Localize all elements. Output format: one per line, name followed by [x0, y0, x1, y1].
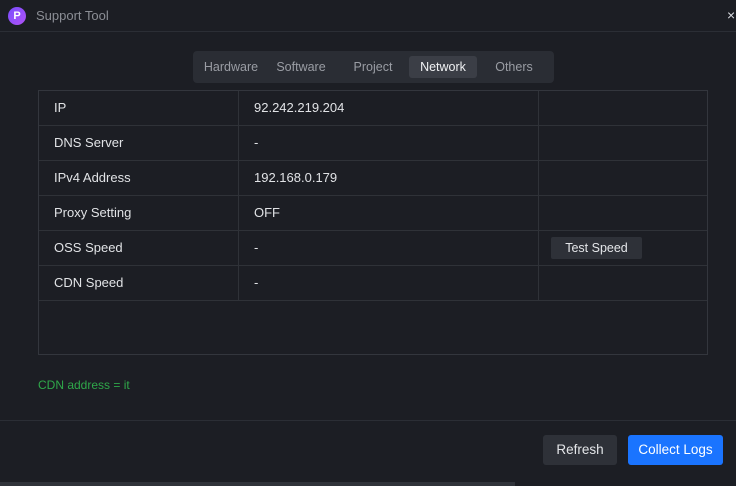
title-bar: P Support Tool ×: [0, 0, 736, 32]
row-value: 192.168.0.179: [254, 170, 338, 185]
table-row-ipv4-address: IPv4 Address 192.168.0.179: [39, 161, 707, 196]
test-speed-button[interactable]: Test Speed: [551, 237, 642, 259]
table-row-proxy-setting: Proxy Setting OFF: [39, 196, 707, 231]
row-value: 92.242.219.204: [254, 100, 345, 115]
tab-software[interactable]: Software: [269, 56, 333, 78]
window-bottom-strip: [0, 482, 515, 486]
tab-bar: Hardware Software Project Network Others: [193, 51, 554, 83]
network-info-table: IP 92.242.219.204 DNS Server - IPv4 Addr…: [38, 90, 708, 355]
tab-network[interactable]: Network: [409, 56, 477, 78]
close-icon[interactable]: ×: [727, 6, 736, 24]
row-label: IPv4 Address: [54, 170, 131, 185]
tab-project[interactable]: Project: [341, 56, 405, 78]
table-row-dns-server: DNS Server -: [39, 126, 707, 161]
row-value: OFF: [254, 205, 280, 220]
app-logo-letter: P: [13, 10, 21, 22]
row-label: Proxy Setting: [54, 205, 132, 220]
row-label: CDN Speed: [54, 275, 124, 290]
row-value: -: [254, 240, 259, 255]
tab-hardware[interactable]: Hardware: [199, 56, 263, 78]
row-label: OSS Speed: [54, 240, 123, 255]
row-value: -: [254, 275, 259, 290]
window-title: Support Tool: [36, 8, 109, 23]
row-label: DNS Server: [54, 135, 124, 150]
table-row-ip: IP 92.242.219.204: [39, 91, 707, 126]
collect-logs-button[interactable]: Collect Logs: [628, 435, 723, 465]
row-label: IP: [54, 100, 67, 115]
app-logo-icon: P: [8, 7, 26, 25]
table-row-cdn-speed: CDN Speed -: [39, 266, 707, 301]
refresh-button[interactable]: Refresh: [543, 435, 617, 465]
row-value: -: [254, 135, 259, 150]
tab-others[interactable]: Others: [482, 56, 546, 78]
table-row-oss-speed: OSS Speed - Test Speed: [39, 231, 707, 266]
cdn-address-note: CDN address = it: [38, 378, 130, 392]
footer-divider: [0, 420, 736, 421]
